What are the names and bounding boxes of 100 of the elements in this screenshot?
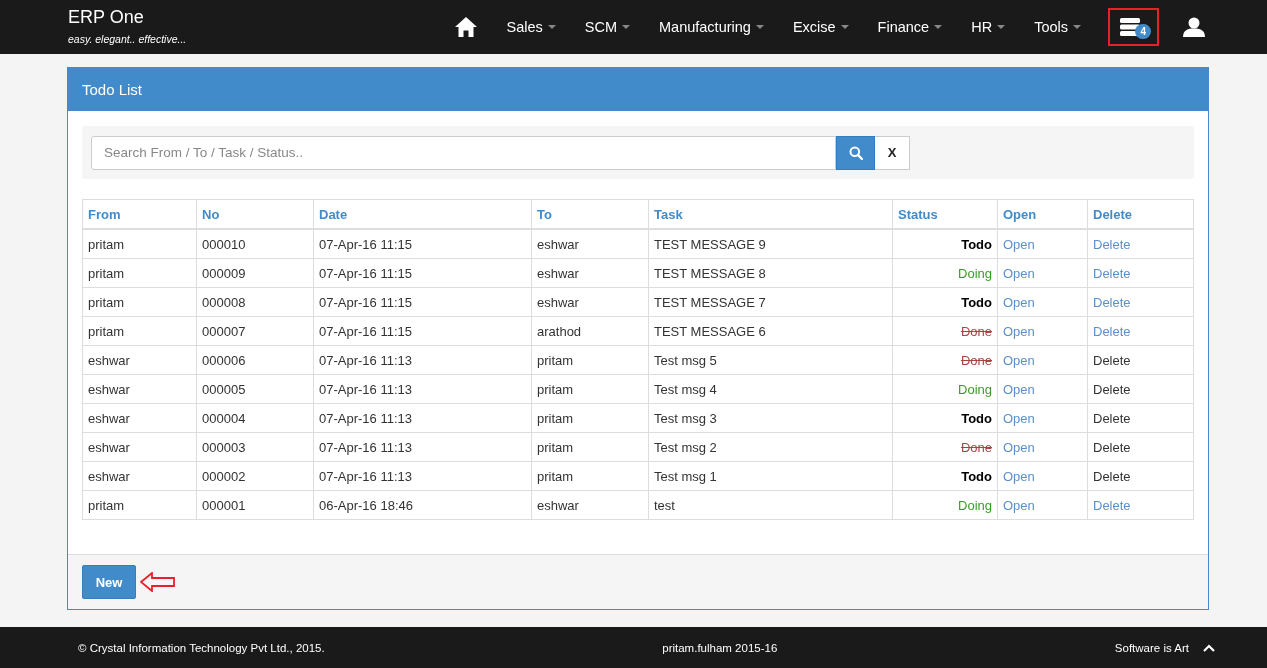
table-cell: pritam: [531, 374, 649, 404]
table-cell: pritam: [82, 316, 197, 346]
status-cell: Todo: [892, 229, 998, 259]
chevron-up-icon[interactable]: [1203, 643, 1215, 652]
left-arrow-icon: [140, 572, 176, 592]
nav-menu-item[interactable]: Sales: [506, 19, 556, 35]
nav-menu-item[interactable]: Tools: [1034, 19, 1081, 35]
status-cell: Doing: [892, 258, 998, 288]
status-cell: Done: [892, 345, 998, 375]
delete-link: Delete: [1093, 439, 1131, 455]
table-cell: TEST MESSAGE 8: [648, 258, 893, 288]
new-button[interactable]: New: [82, 565, 136, 599]
nav-menu-item[interactable]: HR: [971, 19, 1006, 35]
table-cell: eshwar: [82, 403, 197, 433]
caret-icon: [755, 25, 764, 29]
table-cell: Test msg 3: [648, 403, 893, 433]
search-field[interactable]: Search From / To / Task / Status..: [91, 135, 836, 170]
open-link[interactable]: Open: [1003, 294, 1035, 310]
table-cell: pritam: [82, 287, 197, 317]
status-cell: Todo: [892, 403, 998, 433]
delete-link[interactable]: Delete: [1093, 294, 1131, 310]
slogan-text: Software is Art: [1114, 641, 1189, 654]
table-cell: 000002: [196, 461, 314, 491]
open-link[interactable]: Open: [1003, 236, 1035, 252]
table-cell: 000006: [196, 345, 314, 375]
table-cell: arathod: [531, 316, 649, 346]
delete-link[interactable]: Delete: [1093, 323, 1131, 339]
table-cell: pritam: [82, 490, 197, 520]
open-link[interactable]: Open: [1003, 265, 1035, 281]
table-cell: Test msg 1: [648, 461, 893, 491]
caret-icon: [1073, 25, 1081, 29]
table-cell: test: [648, 490, 893, 520]
table-cell: 07-Apr-16 11:13: [313, 345, 532, 375]
delete-link: Delete: [1093, 410, 1131, 426]
table-cell: eshwar: [531, 287, 649, 317]
open-link[interactable]: Open: [1003, 323, 1035, 339]
search-button[interactable]: [836, 135, 875, 170]
delete-link[interactable]: Delete: [1093, 265, 1131, 281]
search-icon: [848, 145, 863, 160]
copyright-text: © Crystal Information Technology Pvt Ltd., 2015.: [78, 641, 325, 654]
delete-link[interactable]: Delete: [1093, 497, 1131, 513]
caret-icon: [840, 25, 849, 29]
table-cell: Test msg 2: [648, 432, 893, 462]
table-cell: pritam: [531, 461, 649, 491]
status-cell: Done: [892, 432, 998, 462]
table-cell: 06-Apr-16 18:46: [313, 490, 532, 520]
table-cell: eshwar: [82, 374, 197, 404]
table-cell: TEST MESSAGE 9: [648, 229, 893, 259]
table-cell: 07-Apr-16 11:13: [313, 403, 532, 433]
status-cell: Doing: [892, 374, 998, 404]
home-icon[interactable]: [454, 16, 479, 38]
nav-menu-item[interactable]: Finance: [877, 19, 943, 35]
nav-menu-item[interactable]: Manufacturing: [659, 19, 764, 35]
delete-link: Delete: [1093, 352, 1131, 368]
open-link[interactable]: Open: [1003, 497, 1035, 513]
nav-menu-item[interactable]: SCM: [584, 19, 630, 35]
table-cell: pritam: [82, 229, 197, 259]
table-cell: 000010: [196, 229, 314, 259]
delete-link[interactable]: Delete: [1093, 236, 1131, 252]
table-cell: Test msg 5: [648, 345, 893, 375]
caret-icon: [997, 25, 1006, 29]
table-cell: 07-Apr-16 11:15: [313, 258, 532, 288]
status-cell: Todo: [892, 461, 998, 491]
open-link[interactable]: Open: [1003, 352, 1035, 368]
nav-menu-item[interactable]: Excise: [792, 19, 849, 35]
table-cell: eshwar: [531, 258, 649, 288]
table-cell: 000008: [196, 287, 314, 317]
table-cell: pritam: [82, 258, 197, 288]
user-icon[interactable]: [1183, 17, 1205, 37]
table-cell: eshwar: [531, 490, 649, 520]
open-link[interactable]: Open: [1003, 439, 1035, 455]
open-link[interactable]: Open: [1003, 381, 1035, 397]
open-link[interactable]: Open: [1003, 410, 1035, 426]
caret-icon: [622, 25, 630, 29]
app-title[interactable]: ERP One: [68, 5, 187, 28]
table-cell: Test msg 4: [648, 374, 893, 404]
server-stack-icon[interactable]: [1119, 18, 1140, 36]
table-cell: 000007: [196, 316, 314, 346]
table-cell: 07-Apr-16 11:15: [313, 316, 532, 346]
table-cell: 000001: [196, 490, 314, 520]
table-cell: pritam: [531, 432, 649, 462]
table-cell: TEST MESSAGE 7: [648, 287, 893, 317]
clear-button[interactable]: X: [875, 135, 910, 170]
status-cell: Doing: [892, 490, 998, 520]
open-link[interactable]: Open: [1003, 468, 1035, 484]
table-cell: 07-Apr-16 11:15: [313, 229, 532, 259]
table-cell: eshwar: [82, 461, 197, 491]
table-cell: 07-Apr-16 11:13: [313, 374, 532, 404]
status-cell: Todo: [892, 287, 998, 317]
caret-icon: [934, 25, 943, 29]
table-cell: 07-Apr-16 11:13: [313, 432, 532, 462]
table-cell: pritam: [531, 403, 649, 433]
table-cell: pritam: [531, 345, 649, 375]
app-tagline: easy. elegant.. effective...: [68, 32, 187, 45]
table-cell: eshwar: [82, 432, 197, 462]
table-cell: 07-Apr-16 11:15: [313, 287, 532, 317]
delete-link: Delete: [1093, 381, 1131, 397]
delete-link: Delete: [1093, 468, 1131, 484]
panel-title: Todo List: [82, 81, 143, 98]
user-info: pritam.fulham 2015-16: [662, 641, 778, 654]
